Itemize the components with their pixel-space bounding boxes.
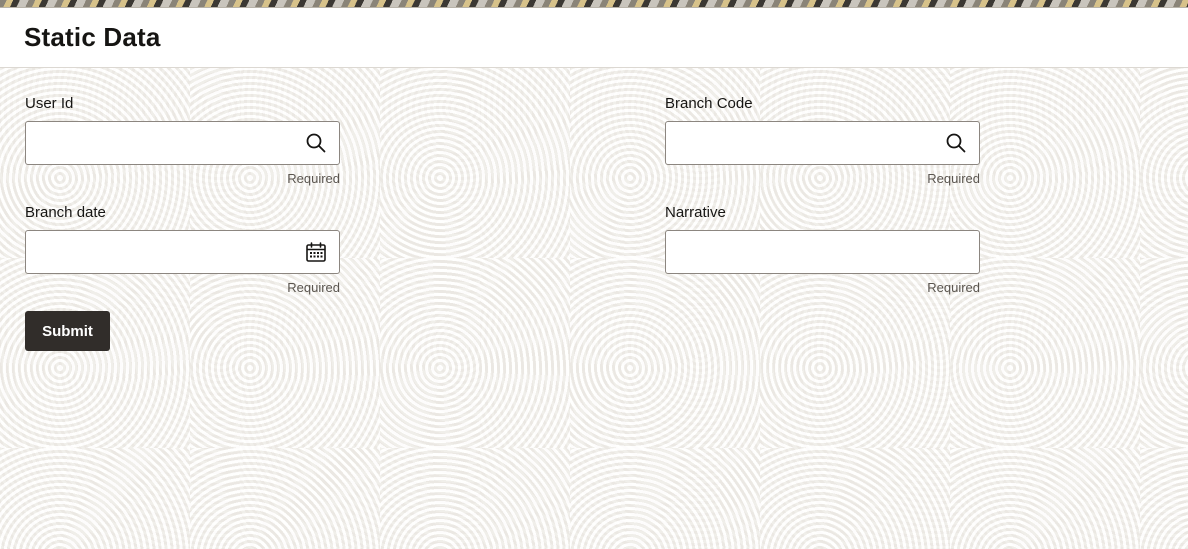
search-icon[interactable]	[305, 132, 327, 154]
branch-date-label: Branch date	[25, 204, 106, 221]
branch-date-input[interactable]	[34, 231, 298, 273]
calendar-icon[interactable]	[305, 241, 327, 263]
branch-date-required-text: Required	[287, 280, 340, 295]
narrative-input[interactable]	[674, 231, 973, 273]
branch-code-field: Branch Code Required	[665, 94, 980, 186]
narrative-input-box	[665, 230, 980, 274]
branch-date-field: Branch date Required	[25, 203, 340, 295]
branch-date-input-box	[25, 230, 340, 274]
user-id-label: User Id	[25, 95, 74, 112]
branch-code-label: Branch Code	[665, 95, 753, 112]
user-id-field: User Id Required	[25, 94, 340, 186]
branch-code-input[interactable]	[674, 122, 938, 164]
branch-code-input-box	[665, 121, 980, 165]
user-id-required-text: Required	[287, 171, 340, 186]
search-icon[interactable]	[945, 132, 967, 154]
branch-code-required-text: Required	[927, 171, 980, 186]
user-id-input-box	[25, 121, 340, 165]
user-id-input[interactable]	[34, 122, 298, 164]
submit-button[interactable]: Submit	[25, 311, 110, 351]
page-header: Static Data	[0, 8, 1188, 68]
page-title: Static Data	[24, 22, 161, 52]
narrative-label: Narrative	[665, 204, 726, 221]
top-banner-decoration	[0, 0, 1188, 8]
form-content: User Id Required Branch Code Required Br…	[0, 68, 1188, 549]
narrative-required-text: Required	[927, 280, 980, 295]
narrative-field: Narrative Required	[665, 203, 980, 295]
